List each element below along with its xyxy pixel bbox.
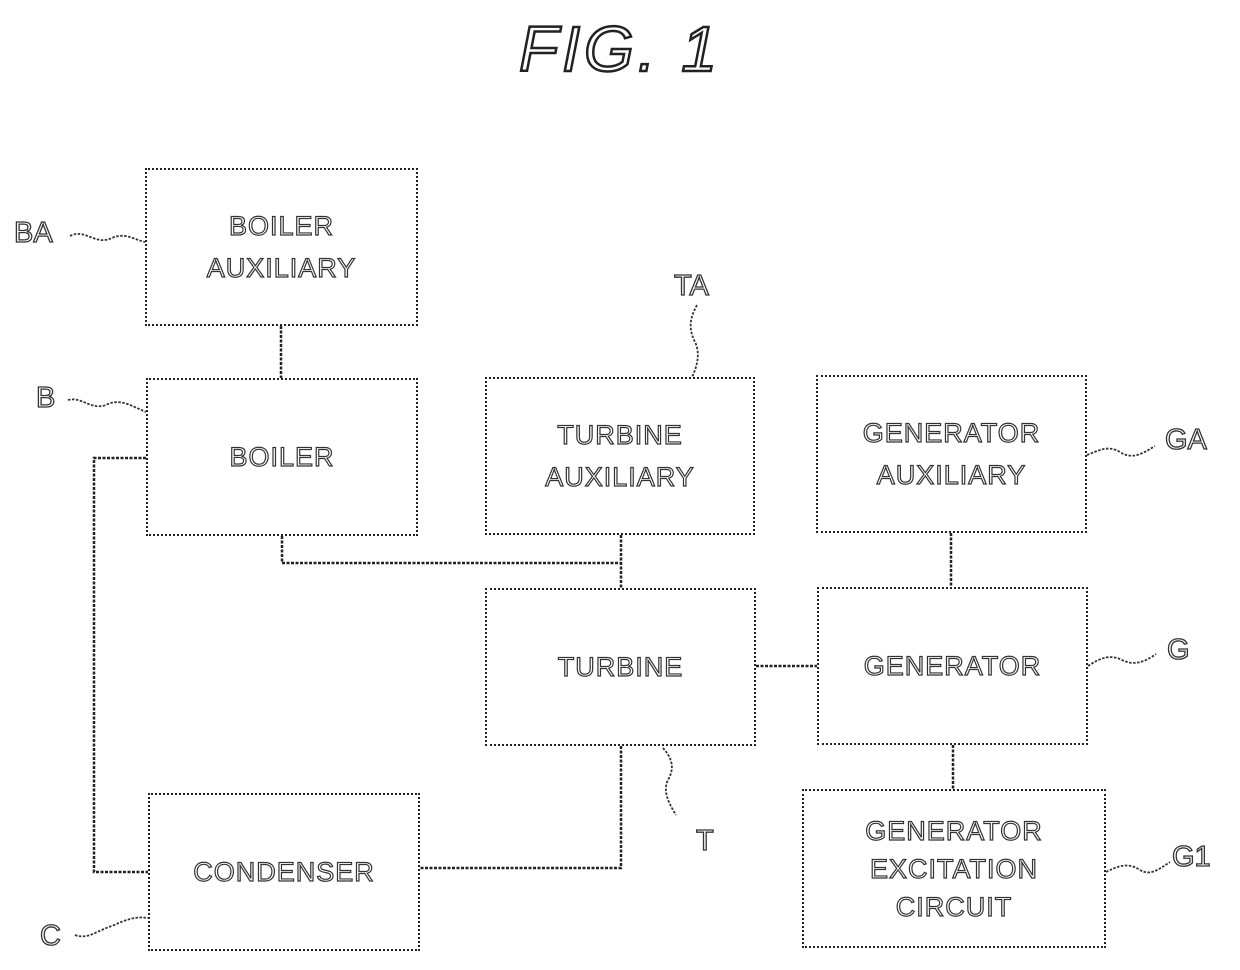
leader-line-g xyxy=(1087,653,1157,667)
block-label: TURBINE xyxy=(557,651,684,682)
ref-label-g1: G1 xyxy=(1171,841,1211,873)
leader-line-ga xyxy=(1086,445,1156,457)
connector-turbine-to-condenser xyxy=(420,746,623,870)
leader-line-g1 xyxy=(1105,861,1171,874)
leader-line-b xyxy=(67,398,147,413)
block-label: AUXILIARY xyxy=(206,252,357,283)
condenser-block[interactable]: CONDENSER xyxy=(148,793,420,951)
ref-label-c: C xyxy=(39,920,61,952)
connector-boiler-to-turbine xyxy=(280,536,621,565)
block-label: GENERATOR xyxy=(865,815,1043,846)
power-plant-block-diagram: FIG. 1 BOILER AUXILIARY BOILER TURBINE A… xyxy=(0,0,1240,970)
block-label: GENERATOR xyxy=(863,650,1042,681)
leader-line-ta xyxy=(689,304,699,378)
connector-boiler-to-condenser xyxy=(92,456,148,874)
ref-label-ba: BA xyxy=(13,217,53,249)
turbine-block[interactable]: TURBINE xyxy=(485,588,756,746)
block-label: AUXILIARY xyxy=(876,459,1027,490)
ref-label-ga: GA xyxy=(1164,424,1207,456)
block-label: AUXILIARY xyxy=(545,461,695,492)
leader-line-t xyxy=(662,747,677,816)
turbine-auxiliary-block[interactable]: TURBINE AUXILIARY xyxy=(485,377,755,535)
block-label: BOILER xyxy=(228,210,335,241)
ref-label-ta: TA xyxy=(673,270,709,302)
boiler-auxiliary-block[interactable]: BOILER AUXILIARY xyxy=(145,168,418,326)
leader-line-c xyxy=(74,916,149,938)
ref-label-t: T xyxy=(695,825,714,857)
generator-auxiliary-block[interactable]: GENERATOR AUXILIARY xyxy=(816,375,1087,533)
generator-block[interactable]: GENERATOR xyxy=(817,587,1088,745)
leader-line-ba xyxy=(69,233,146,243)
block-label: GENERATOR xyxy=(862,417,1041,448)
ref-label-g: G xyxy=(1166,634,1190,666)
block-label: TURBINE xyxy=(557,419,683,450)
block-label: BOILER xyxy=(229,441,335,472)
ref-label-b: B xyxy=(35,382,56,414)
block-label: CIRCUIT xyxy=(895,891,1013,922)
block-label: CONDENSER xyxy=(193,856,375,887)
boiler-block[interactable]: BOILER xyxy=(146,378,418,536)
generator-excitation-circuit-block[interactable]: GENERATOR EXCITATION CIRCUIT xyxy=(802,789,1106,948)
block-label: EXCITATION xyxy=(869,853,1038,884)
